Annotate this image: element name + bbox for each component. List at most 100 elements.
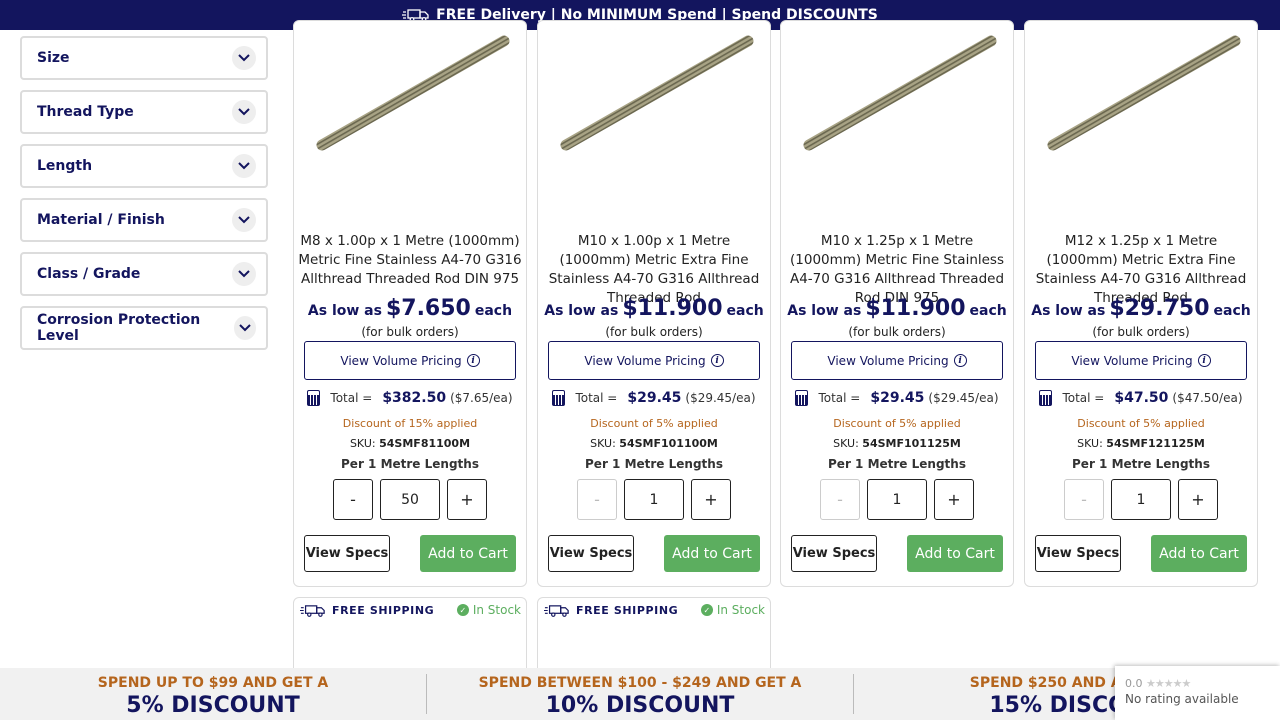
- discount-tier: SPEND BETWEEN $100 - $249 AND GET A 10% D…: [427, 668, 853, 720]
- increment-button[interactable]: +: [691, 479, 731, 520]
- decrement-button[interactable]: -: [820, 479, 860, 520]
- filter-length[interactable]: Length: [20, 144, 268, 188]
- quantity-input[interactable]: 1: [1111, 479, 1171, 520]
- total-label: Total =: [575, 391, 618, 405]
- sku-value: 54SMF101100M: [619, 437, 718, 450]
- total-row: Total = $382.50 ($7.65/ea): [294, 390, 526, 406]
- free-shipping-label: FREE SHIPPING: [332, 604, 435, 617]
- threaded-rod-image[interactable]: [791, 31, 1003, 161]
- view-specs-button[interactable]: View Specs: [791, 535, 877, 572]
- threaded-rod-image[interactable]: [304, 31, 516, 161]
- view-volume-pricing-button[interactable]: View Volume Pricing i: [304, 341, 516, 380]
- chevron-down-icon[interactable]: [232, 46, 256, 70]
- chevron-down-icon[interactable]: [233, 316, 256, 340]
- discount-note: Discount of 5% applied: [590, 417, 718, 430]
- filter-label: Thread Type: [37, 104, 134, 120]
- threaded-rod-image[interactable]: [548, 31, 760, 161]
- filter-material-finish[interactable]: Material / Finish: [20, 198, 268, 242]
- view-volume-pricing-button[interactable]: View Volume Pricing i: [791, 341, 1003, 380]
- sku-value: 54SMF101125M: [862, 437, 961, 450]
- vp-label: View Volume Pricing: [1071, 353, 1193, 368]
- as-low-as-label: As low as: [787, 303, 862, 319]
- sku-row: SKU: 54SMF101125M: [781, 437, 1013, 450]
- product-card: M10 x 1.25p x 1 Metre (1000mm) Metric Fi…: [780, 20, 1014, 587]
- sku-row: SKU: 54SMF101100M: [538, 437, 770, 450]
- filter-thread-type[interactable]: Thread Type: [20, 90, 268, 134]
- filter-corrosion-protection[interactable]: Corrosion Protection Level: [20, 306, 268, 350]
- truck-icon: [300, 605, 325, 617]
- truck-icon: [544, 605, 569, 617]
- as-low-as-label: As low as: [307, 303, 382, 319]
- filter-size[interactable]: Size: [20, 36, 268, 80]
- calculator-icon: [552, 390, 566, 406]
- chevron-down-icon[interactable]: [232, 100, 256, 124]
- in-stock-badge: ✓ In Stock: [456, 603, 521, 617]
- quantity-input[interactable]: 1: [867, 479, 927, 520]
- increment-button[interactable]: +: [934, 479, 974, 520]
- discount-tier: SPEND UP TO $99 AND GET A 5% DISCOUNT: [0, 668, 426, 720]
- info-icon: i: [953, 354, 967, 367]
- per-each-price: ($29.45/ea): [685, 391, 756, 405]
- chevron-down-icon[interactable]: [232, 208, 256, 232]
- per-each-price: ($47.50/ea): [1172, 391, 1243, 405]
- google-rating-widget[interactable]: 0.0 ★★★★★ No rating available: [1115, 666, 1280, 720]
- filter-label: Material / Finish: [37, 212, 165, 228]
- product-title[interactable]: M8 x 1.00p x 1 Metre (1000mm) Metric Fin…: [298, 232, 522, 289]
- add-to-cart-button[interactable]: Add to Cart: [907, 535, 1003, 572]
- vp-label: View Volume Pricing: [584, 353, 706, 368]
- filter-label: Corrosion Protection Level: [37, 312, 201, 344]
- tier-discount: 10% DISCOUNT: [545, 693, 735, 718]
- view-volume-pricing-button[interactable]: View Volume Pricing i: [548, 341, 760, 380]
- filter-sidebar: Size Thread Type Length Material / Finis…: [20, 36, 268, 360]
- view-specs-button[interactable]: View Specs: [548, 535, 634, 572]
- decrement-button[interactable]: -: [577, 479, 617, 520]
- vp-label: View Volume Pricing: [340, 353, 462, 368]
- free-shipping-badge: FREE SHIPPING: [300, 604, 434, 617]
- total-amount: $29.45: [627, 390, 682, 406]
- filter-label: Size: [37, 50, 70, 66]
- tier-condition: SPEND BETWEEN $100 - $249 AND GET A: [478, 675, 802, 691]
- product-card: M10 x 1.00p x 1 Metre (1000mm) Metric Ex…: [537, 20, 771, 587]
- vp-label: View Volume Pricing: [827, 353, 949, 368]
- view-specs-button[interactable]: View Specs: [304, 535, 390, 572]
- per-unit-label: Per 1 Metre Lengths: [341, 457, 479, 471]
- increment-button[interactable]: +: [447, 479, 487, 520]
- add-to-cart-button[interactable]: Add to Cart: [664, 535, 760, 572]
- total-amount: $29.45: [870, 390, 925, 406]
- quantity-input[interactable]: 50: [380, 479, 440, 520]
- decrement-button[interactable]: -: [1064, 479, 1104, 520]
- add-to-cart-button[interactable]: Add to Cart: [1151, 535, 1247, 572]
- add-to-cart-button[interactable]: Add to Cart: [420, 535, 516, 572]
- chevron-down-icon[interactable]: [232, 154, 256, 178]
- in-stock-label: In Stock: [716, 603, 765, 617]
- info-icon: i: [710, 354, 724, 367]
- total-amount: $382.50: [382, 390, 447, 406]
- unit-price: $7.650: [385, 296, 471, 321]
- filter-label: Class / Grade: [37, 266, 141, 282]
- check-icon: ✓: [456, 604, 469, 616]
- chevron-down-icon[interactable]: [232, 262, 256, 286]
- info-icon: i: [466, 354, 480, 367]
- free-shipping-label: FREE SHIPPING: [576, 604, 679, 617]
- price-row: As low as $7.650 each: [294, 296, 526, 321]
- quantity-stepper: -1 +: [577, 479, 731, 520]
- view-specs-button[interactable]: View Specs: [1035, 535, 1121, 572]
- each-label: each: [726, 303, 764, 319]
- sku-label: SKU:: [1077, 437, 1103, 450]
- per-unit-label: Per 1 Metre Lengths: [1072, 457, 1210, 471]
- sku-label: SKU:: [590, 437, 616, 450]
- each-label: each: [1213, 303, 1251, 319]
- sku-value: 54SMF121125M: [1106, 437, 1205, 450]
- unit-price: $11.900: [622, 296, 723, 321]
- view-volume-pricing-button[interactable]: View Volume Pricing i: [1035, 341, 1247, 380]
- decrement-button[interactable]: -: [333, 479, 373, 520]
- total-row: Total = $29.45 ($29.45/ea): [538, 390, 770, 406]
- total-row: Total = $29.45 ($29.45/ea): [781, 390, 1013, 406]
- calculator-icon: [1039, 390, 1053, 406]
- total-label: Total =: [818, 391, 861, 405]
- filter-class-grade[interactable]: Class / Grade: [20, 252, 268, 296]
- increment-button[interactable]: +: [1178, 479, 1218, 520]
- sku-label: SKU:: [833, 437, 859, 450]
- quantity-input[interactable]: 1: [624, 479, 684, 520]
- threaded-rod-image[interactable]: [1035, 31, 1247, 161]
